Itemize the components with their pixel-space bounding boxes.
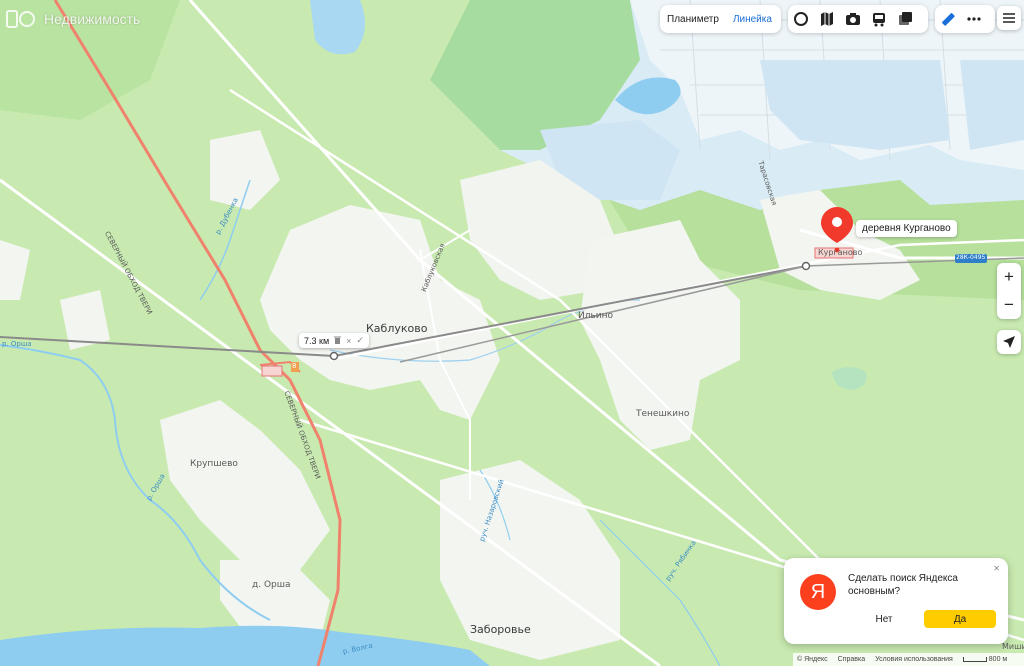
pin-label[interactable]: деревня Курганово	[856, 220, 957, 237]
road-number-label: 28К-0495	[956, 254, 986, 261]
yes-button[interactable]: Да	[924, 610, 996, 628]
map-icon[interactable]	[814, 5, 840, 33]
watermark-text: Недвижимость	[44, 11, 141, 27]
help-link[interactable]: Справка	[838, 656, 865, 663]
scale-text: 800 м	[988, 656, 1008, 663]
place-label-d-orsha: д. Орша	[252, 580, 291, 590]
copyright: © Яндекс	[797, 656, 828, 663]
ruler-distance-label: 7.3 км × ✓	[299, 333, 369, 348]
tools-toolbar	[935, 5, 995, 33]
scale-bar	[962, 656, 987, 662]
check-icon[interactable]: ✓	[356, 335, 364, 346]
tool-planimeter[interactable]: Планиметр	[660, 14, 726, 25]
tool-ruler[interactable]: Линейка	[726, 14, 779, 25]
yandex-logo: Я	[800, 574, 836, 610]
zoom-out-button[interactable]: −	[997, 291, 1021, 319]
layers-toolbar	[788, 5, 928, 33]
popup-message: Сделать поиск Яндекса основным?	[848, 573, 958, 597]
ruler-distance: 7.3 км	[304, 335, 330, 346]
watermark: Недвижимость	[6, 9, 140, 29]
ruler-point[interactable]	[801, 261, 811, 271]
circle-layer-icon[interactable]	[788, 5, 814, 33]
stack-icon[interactable]	[892, 5, 918, 33]
zoom-in-button[interactable]: +	[997, 263, 1021, 291]
popup-close-icon[interactable]: ✕	[993, 564, 1000, 573]
bus-icon[interactable]	[866, 5, 892, 33]
brand-logo-icon	[6, 10, 35, 28]
ruler-point[interactable]	[329, 351, 339, 361]
camera-icon[interactable]	[840, 5, 866, 33]
no-button[interactable]: Нет	[852, 610, 916, 628]
route-number-label: 8	[292, 362, 297, 370]
measure-toolbar: Планиметр Линейка	[660, 5, 781, 33]
place-label-zaborovye: Заборовье	[470, 623, 531, 636]
trash-icon[interactable]	[334, 336, 342, 346]
more-icon[interactable]	[961, 5, 987, 33]
place-label-ilyino: Ильино	[578, 311, 614, 321]
locate-arrow-icon[interactable]	[997, 330, 1021, 354]
place-label-mishino: Мишин	[1002, 642, 1024, 651]
terms-link[interactable]: Условия использования	[875, 656, 953, 663]
place-label-teneshkino: Тенешкино	[636, 409, 690, 419]
place-label-krupshevo: Крупшево	[190, 459, 238, 469]
place-label-kablukovo: Каблуково	[366, 322, 428, 335]
map-footer: © Яндекс Справка Условия использования 8…	[793, 653, 1024, 666]
settlement-marker	[261, 365, 283, 377]
location-pin-dot	[832, 217, 842, 227]
ruler-icon[interactable]	[935, 5, 961, 33]
zoom-controls: + −	[997, 263, 1021, 319]
scale-indicator: 800 м	[962, 656, 1008, 663]
swamp-patch	[960, 60, 1024, 150]
river-label-orsha-left: р. Орша	[2, 340, 32, 348]
hamburger-icon[interactable]	[997, 6, 1021, 30]
place-label-kurganovo: Курганово	[818, 248, 863, 257]
default-search-popup: Я Сделать поиск Яндекса основным? ✕ Нет …	[784, 558, 1008, 644]
close-icon[interactable]: ×	[346, 336, 351, 346]
